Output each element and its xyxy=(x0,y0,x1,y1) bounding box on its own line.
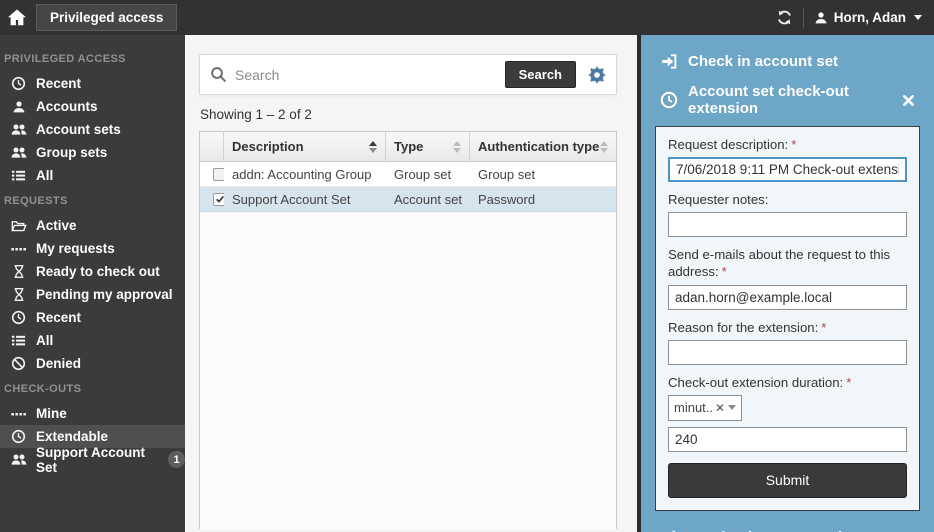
sort-asc-icon xyxy=(369,140,377,153)
close-icon[interactable] xyxy=(899,94,918,107)
hourglass-icon xyxy=(10,264,27,279)
header-checkbox-column xyxy=(200,132,224,161)
ban-icon xyxy=(10,356,27,371)
results-count: Showing 1 – 2 of 2 xyxy=(200,107,312,122)
row-checkbox[interactable] xyxy=(213,192,224,206)
sidebar-item-all[interactable]: All xyxy=(0,164,185,187)
search-bar: Search xyxy=(199,54,617,95)
required-marker: * xyxy=(791,137,797,152)
clock-icon xyxy=(10,76,27,91)
randomize-password-action[interactable]: Randomize password xyxy=(655,525,920,532)
duration-amount-field[interactable] xyxy=(668,426,907,452)
sidebar-item-active[interactable]: Active xyxy=(0,214,185,237)
users-icon xyxy=(10,122,27,138)
sidebar: PRIVILEGED ACCESS Recent Accounts Accoun… xyxy=(0,35,185,532)
duration-label: Check-out extension duration: * xyxy=(668,374,852,390)
dots-icon xyxy=(10,241,27,257)
count-badge: 1 xyxy=(168,451,185,468)
column-header-description[interactable]: Description xyxy=(224,132,386,161)
chevron-down-icon xyxy=(728,405,736,411)
section-privileged-access: PRIVILEGED ACCESS xyxy=(4,53,126,65)
sidebar-item-support-account-set[interactable]: Support Account Set 1 xyxy=(0,445,185,475)
row-checkbox[interactable] xyxy=(213,167,224,181)
table-row[interactable]: addn: Accounting Group Group set Group s… xyxy=(200,162,616,187)
reason-field[interactable] xyxy=(668,339,907,365)
email-label: Send e-mails about the request to this a… xyxy=(668,247,891,280)
email-field[interactable] xyxy=(668,284,907,310)
sidebar-item-recent-requests[interactable]: Recent xyxy=(0,306,185,329)
users-icon xyxy=(10,452,27,468)
required-marker: * xyxy=(821,319,827,335)
user-name: Horn, Adan xyxy=(833,10,906,25)
column-header-type[interactable]: Type xyxy=(386,132,470,161)
request-description-field[interactable] xyxy=(668,157,907,183)
section-requests: REQUESTS xyxy=(4,195,68,207)
user-icon xyxy=(814,11,828,25)
top-bar: Privileged access Horn, Adan xyxy=(0,0,934,35)
search-icon xyxy=(210,66,227,83)
list-icon xyxy=(10,333,27,348)
folder-open-icon xyxy=(10,218,27,234)
chevron-down-icon xyxy=(914,15,922,20)
sidebar-item-my-requests[interactable]: My requests xyxy=(0,237,185,260)
topbar-divider xyxy=(802,7,804,28)
list-icon xyxy=(10,168,27,183)
clock-icon xyxy=(10,310,27,325)
requester-notes-field[interactable] xyxy=(668,212,907,238)
action-panel: Check in account set Account set check-o… xyxy=(641,35,934,532)
results-table: Description Type Authentication type add… xyxy=(199,131,617,529)
user-icon xyxy=(10,100,27,114)
sidebar-item-ready-to-check-out[interactable]: Ready to check out xyxy=(0,260,185,283)
clock-icon xyxy=(10,429,27,444)
section-check-outs: CHECK-OUTS xyxy=(4,383,82,395)
column-header-authentication-type[interactable]: Authentication type xyxy=(470,132,616,161)
dots-icon xyxy=(10,406,27,422)
required-marker: * xyxy=(721,264,727,280)
duration-unit-select[interactable]: minut... ✕ xyxy=(668,394,742,421)
sidebar-item-mine[interactable]: Mine xyxy=(0,402,185,425)
table-row[interactable]: Support Account Set Account set Password xyxy=(200,187,616,212)
main-content: Search Showing 1 – 2 of 2 Description Ty… xyxy=(185,35,637,532)
sidebar-item-recent[interactable]: Recent xyxy=(0,72,185,95)
sort-icon xyxy=(600,140,608,153)
hourglass-icon xyxy=(10,287,27,302)
privileged-access-button[interactable]: Privileged access xyxy=(36,4,178,31)
sidebar-item-denied[interactable]: Denied xyxy=(0,352,185,375)
sidebar-item-account-sets[interactable]: Account sets xyxy=(0,118,185,141)
users-icon xyxy=(10,145,27,161)
clock-icon xyxy=(659,91,678,109)
submit-button[interactable]: Submit xyxy=(668,462,907,498)
user-menu[interactable]: Horn, Adan xyxy=(814,10,922,25)
search-button[interactable]: Search xyxy=(504,61,576,88)
check-out-extension-form: Request description:* Requester notes: S… xyxy=(655,126,920,511)
clear-selection-icon[interactable]: ✕ xyxy=(715,402,725,414)
sidebar-item-pending-my-approval[interactable]: Pending my approval xyxy=(0,283,185,306)
check-in-account-set-action[interactable]: Check in account set xyxy=(655,49,920,74)
refresh-icon[interactable] xyxy=(776,9,793,26)
sort-icon xyxy=(453,140,461,153)
gear-icon[interactable] xyxy=(588,65,606,84)
search-input[interactable] xyxy=(235,66,505,83)
sidebar-item-accounts[interactable]: Accounts xyxy=(0,95,185,118)
home-icon xyxy=(7,8,27,28)
home-button[interactable] xyxy=(0,8,34,28)
account-set-check-out-extension-header[interactable]: Account set check-out extension xyxy=(655,79,920,121)
required-marker: * xyxy=(846,374,852,390)
sidebar-item-group-sets[interactable]: Group sets xyxy=(0,141,185,164)
reason-label: Reason for the extension: * xyxy=(668,319,827,335)
sidebar-item-all-requests[interactable]: All xyxy=(0,329,185,352)
table-header: Description Type Authentication type xyxy=(200,132,616,162)
request-description-label: Request description: * xyxy=(668,137,797,152)
requester-notes-label: Requester notes: xyxy=(668,192,769,208)
sign-in-icon xyxy=(659,53,678,70)
